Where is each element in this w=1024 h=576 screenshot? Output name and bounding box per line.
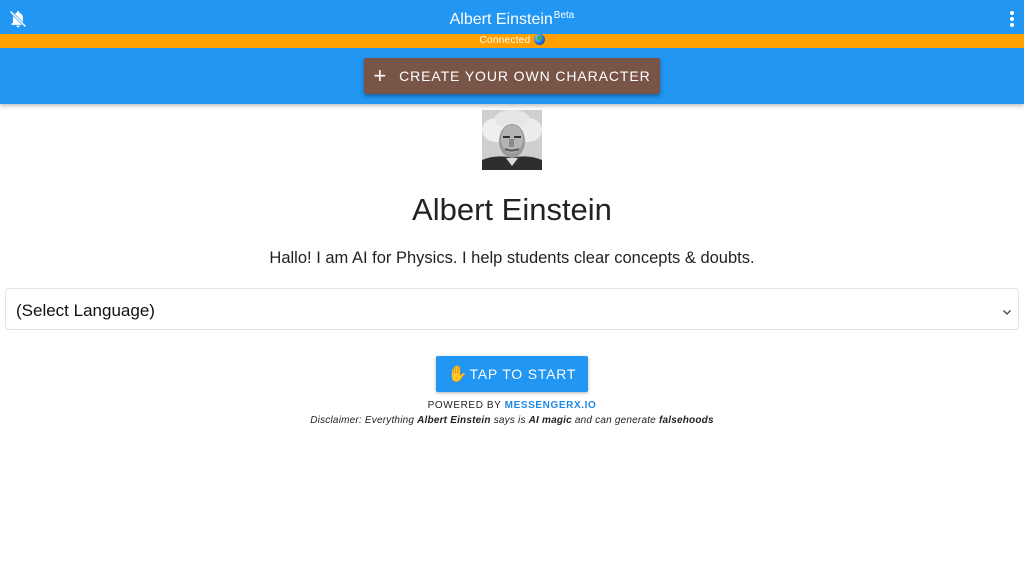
waving-hand-icon: ✋ <box>447 366 469 383</box>
status-text: Connected <box>479 35 531 46</box>
title-text: Albert Einstein <box>449 11 553 28</box>
character-tagline: Hallo! I am AI for Physics. I help stude… <box>269 249 755 267</box>
language-select[interactable]: (Select Language) <box>5 288 1019 330</box>
globe-icon <box>533 34 545 45</box>
title-bar: Albert EinsteinBeta <box>0 0 1024 34</box>
powered-by-text: POWERED BY <box>427 400 502 411</box>
disclaimer-part2: says is <box>493 415 526 426</box>
more-vert-icon[interactable] <box>1006 9 1018 29</box>
connection-status: Connected <box>0 34 1024 48</box>
plus-icon: + <box>373 63 388 88</box>
disclaimer: Disclaimer: Everything Albert Einstein s… <box>0 415 1024 426</box>
disclaimer-falsehoods: falsehoods <box>658 415 714 426</box>
disclaimer-part3: and can generate <box>574 415 656 426</box>
chevron-down-icon <box>1002 304 1012 315</box>
tap-to-start-button[interactable]: ✋ TAP TO START <box>436 356 588 392</box>
disclaimer-magic: AI magic <box>528 415 572 426</box>
create-character-label: CREATE YOUR OWN CHARACTER <box>399 68 651 84</box>
powered-by: POWERED BY MESSENGERX.IO <box>0 400 1024 411</box>
create-character-button[interactable]: + CREATE YOUR OWN CHARACTER <box>364 58 660 94</box>
app-header: Albert EinsteinBeta Connected + CREATE Y… <box>0 0 1024 104</box>
tap-to-start-label: TAP TO START <box>469 366 577 382</box>
app-title: Albert EinsteinBeta <box>0 10 1024 29</box>
disclaimer-part1: Disclaimer: Everything <box>310 415 415 426</box>
beta-badge: Beta <box>553 10 575 21</box>
disclaimer-name: Albert Einstein <box>417 415 491 426</box>
messengerx-link[interactable]: MESSENGERX.IO <box>505 400 597 411</box>
language-select-value: (Select Language) <box>16 301 155 320</box>
avatar <box>482 110 542 170</box>
character-name: Albert Einstein <box>412 192 612 227</box>
